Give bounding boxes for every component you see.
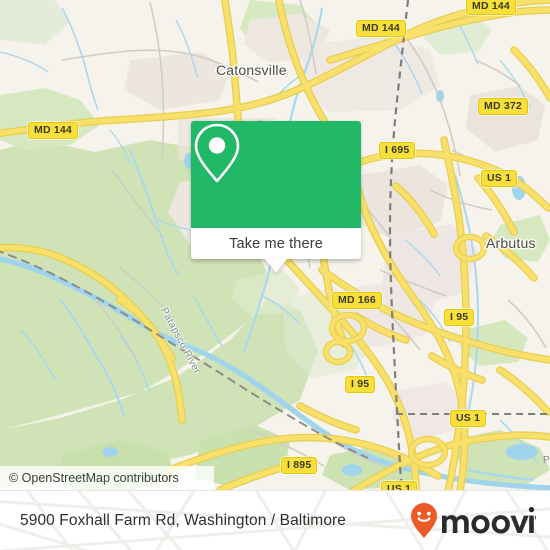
address-label: 5900 Foxhall Farm Rd, Washington / Balti…	[20, 512, 347, 529]
road-shield-i-695[interactable]: I 695	[379, 142, 416, 159]
road-shield-md-144-left[interactable]: MD 144	[28, 122, 78, 139]
callout-icon-area	[191, 121, 361, 228]
road-shield-md-166[interactable]: MD 166	[332, 292, 382, 309]
osm-attribution-text[interactable]: © OpenStreetMap contributors	[9, 471, 179, 485]
moovit-logo[interactable]	[408, 491, 536, 550]
road-shield-i-95-lower[interactable]: I 95	[345, 376, 376, 393]
road-shield-i-95-upper[interactable]: I 95	[444, 309, 475, 326]
callout-cta-area[interactable]: Take me there	[191, 228, 361, 273]
road-shield-i-895[interactable]: I 895	[281, 457, 318, 474]
destination-callout-card[interactable]: Take me there	[191, 121, 361, 273]
moovit-logo-svg	[411, 503, 536, 538]
road-shield-md-372[interactable]: MD 372	[478, 98, 528, 115]
take-me-there-label: Take me there	[229, 235, 323, 252]
road-shield-md-144-topright[interactable]: MD 144	[466, 0, 516, 15]
moovit-pin-smile-icon	[411, 503, 437, 538]
map-pin-icon	[194, 123, 240, 183]
osm-attribution-bar: © OpenStreetMap contributors	[0, 466, 214, 490]
bottom-info-bar: 5900 Foxhall Farm Rd, Washington / Balti…	[0, 490, 550, 550]
moovit-map-screen: Catonsville Arbutus Patapsco River P MD …	[0, 0, 550, 550]
callout-pointer-tail	[265, 259, 287, 273]
road-shield-us-1-mid[interactable]: US 1	[450, 410, 487, 427]
road-shield-us-1-right[interactable]: US 1	[481, 170, 518, 187]
road-shield-md-144-top[interactable]: MD 144	[356, 20, 406, 37]
road-shield-us-1-bottom[interactable]: US 1	[381, 481, 418, 490]
map-canvas[interactable]: Catonsville Arbutus Patapsco River P MD …	[0, 0, 550, 490]
